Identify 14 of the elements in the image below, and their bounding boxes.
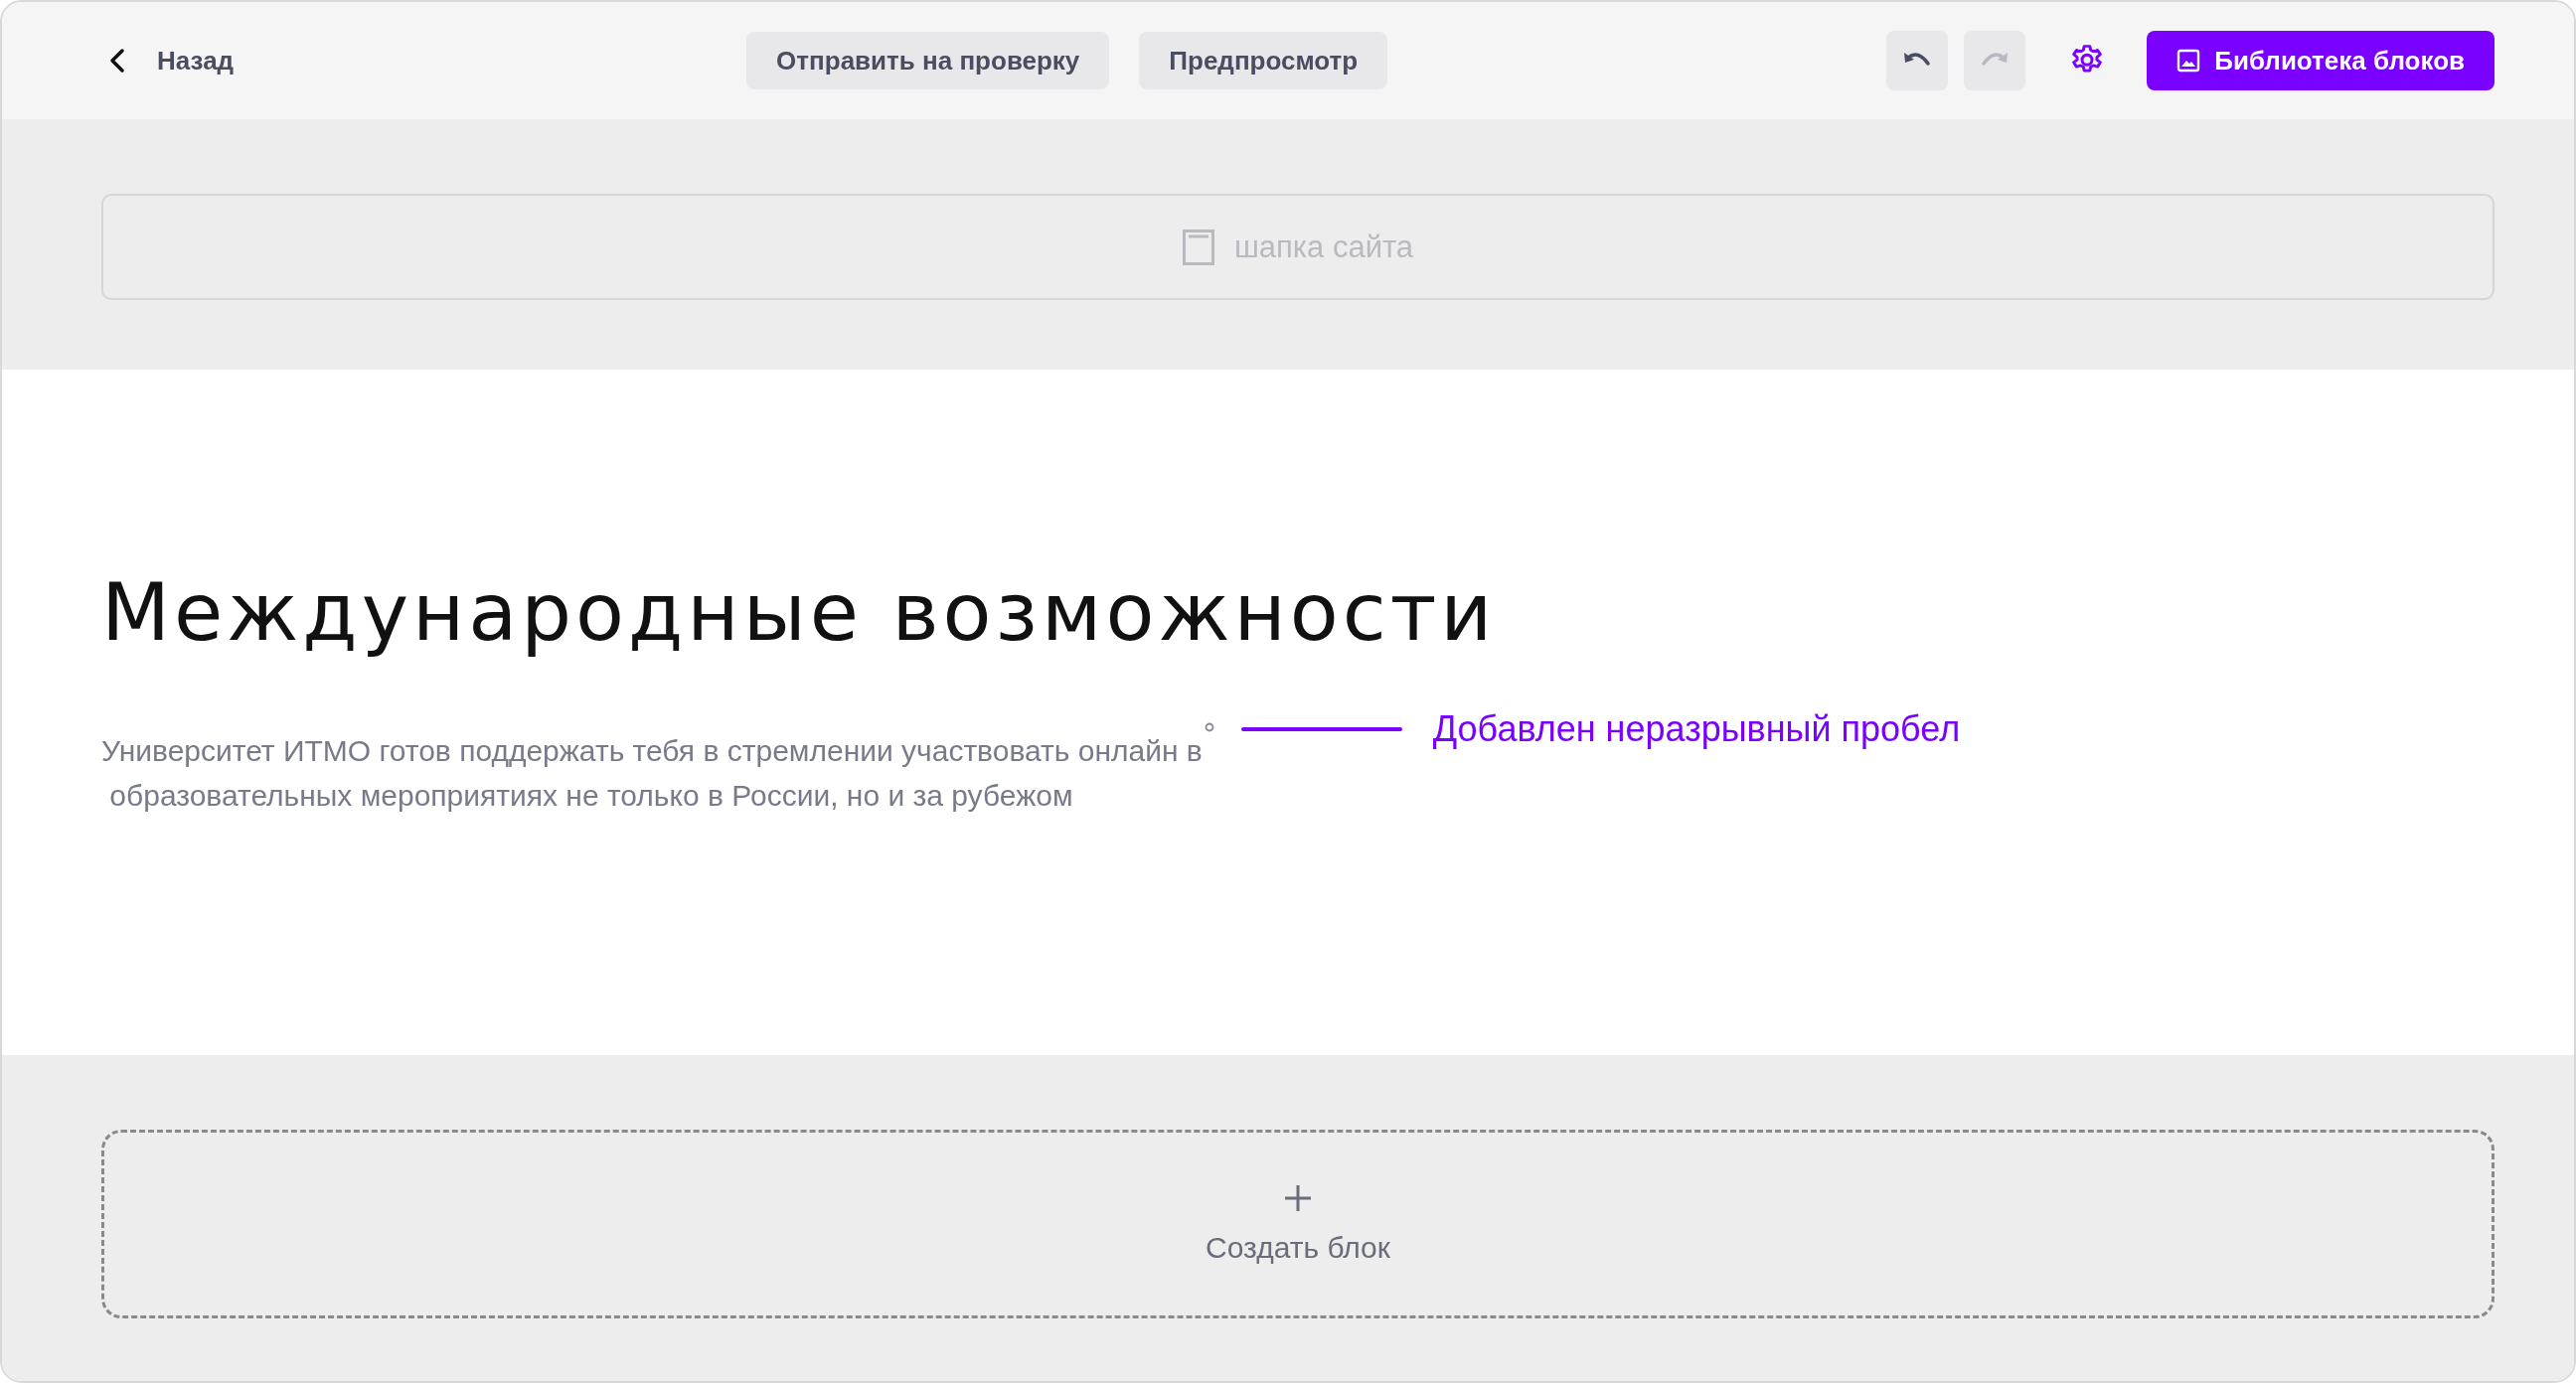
toolbar-button[interactable]: Отправить на проверку xyxy=(746,32,1110,89)
chevron-left-icon xyxy=(107,48,127,74)
toolbar-button[interactable]: Предпросмотр xyxy=(1139,32,1388,89)
paragraph: Университет ИТМО готов поддержать тебя в стремлении участвовать онлайн в образовательных мероприятиях не только в России, но и за рубежом xyxy=(101,733,1203,814)
page-title: Международные возможности xyxy=(101,566,1498,659)
plus-icon xyxy=(1283,1183,1313,1213)
page-icon xyxy=(1182,229,1214,265)
create-block-button[interactable]: Создать блок xyxy=(101,1130,2495,1318)
block-library-button[interactable]: Библиотека блоков xyxy=(2147,31,2495,90)
nbsp-marker-icon xyxy=(1204,722,1214,732)
annotation-text: Добавлен неразрывный пробел xyxy=(1432,708,1961,750)
undo-button[interactable] xyxy=(1886,31,1949,90)
image-icon xyxy=(2176,49,2201,73)
back-button[interactable]: Назад xyxy=(107,45,235,77)
